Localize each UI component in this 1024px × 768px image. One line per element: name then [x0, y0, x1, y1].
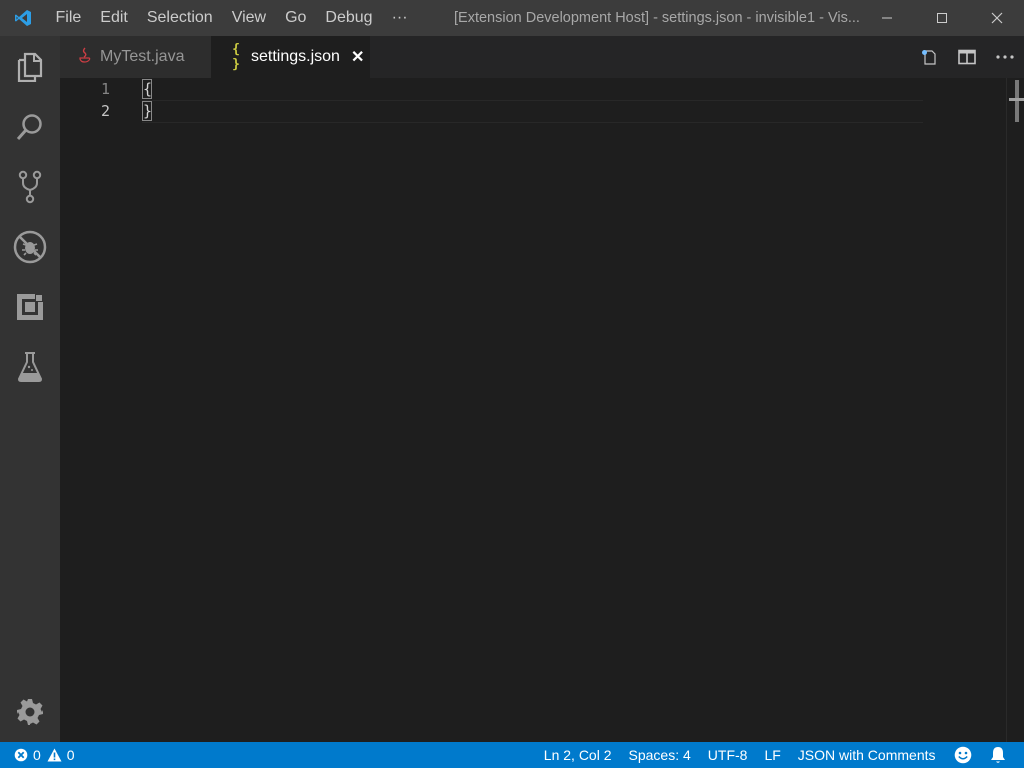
tabs-bar: MyTest.java { } settings.json ✕	[60, 36, 1024, 78]
gear-icon	[17, 699, 43, 725]
flask-icon	[17, 352, 43, 382]
json-icon: { }	[232, 42, 240, 72]
more-actions-button[interactable]	[986, 36, 1024, 78]
manage-button[interactable]	[0, 682, 60, 742]
source-control-icon	[18, 170, 42, 204]
feedback-button[interactable]	[944, 742, 982, 768]
editor-actions	[910, 36, 1024, 78]
menu-go[interactable]: Go	[276, 0, 316, 36]
java-icon	[78, 47, 92, 68]
problems-indicator[interactable]: 0 0	[0, 742, 75, 768]
tab-label: MyTest.java	[100, 48, 185, 65]
debug-button[interactable]	[0, 217, 60, 277]
menu-more[interactable]: ···	[382, 0, 417, 36]
vertical-scrollbar[interactable]	[1006, 78, 1024, 742]
language-mode[interactable]: JSON with Comments	[789, 742, 944, 768]
vscode-logo-icon	[0, 0, 46, 36]
tab-label: settings.json	[251, 48, 340, 65]
tab-mytest-java[interactable]: MyTest.java	[60, 36, 211, 78]
close-icon	[991, 12, 1002, 24]
files-icon	[17, 52, 43, 82]
status-bar: 0 0 Ln 2, Col 2 Spaces: 4 UTF-8 LF JSON …	[0, 742, 1024, 768]
open-settings-json-icon	[922, 50, 936, 65]
testing-button[interactable]	[0, 337, 60, 397]
cursor-marker	[1009, 98, 1024, 101]
menu-view[interactable]: View	[222, 0, 275, 36]
activity-bar	[0, 36, 60, 742]
current-line-highlight	[142, 100, 923, 123]
more-icon	[996, 55, 1014, 59]
source-control-button[interactable]	[0, 157, 60, 217]
bracket-open: {	[142, 79, 153, 99]
cursor-position[interactable]: Ln 2, Col 2	[535, 742, 620, 768]
window-title: [Extension Development Host] - settings.…	[454, 10, 860, 26]
scrollbar-slider[interactable]	[1015, 80, 1019, 122]
menu-debug[interactable]: Debug	[316, 0, 382, 36]
extensions-icon	[17, 294, 43, 320]
error-icon	[14, 748, 28, 762]
search-button[interactable]	[0, 97, 60, 157]
indentation[interactable]: Spaces: 4	[620, 742, 699, 768]
status-right: Ln 2, Col 2 Spaces: 4 UTF-8 LF JSON with…	[535, 742, 1024, 768]
close-tab-icon[interactable]: ✕	[351, 47, 364, 67]
code-line[interactable]: {	[142, 78, 152, 100]
maximize-button[interactable]	[914, 0, 969, 36]
minimize-icon	[881, 17, 892, 19]
maximize-icon	[936, 13, 947, 23]
debug-no-bug-icon	[13, 230, 47, 264]
tab-settings-json[interactable]: { } settings.json ✕	[211, 36, 370, 78]
bracket-close: }	[142, 101, 153, 121]
encoding[interactable]: UTF-8	[699, 742, 756, 768]
warning-icon	[47, 748, 62, 762]
title-bar: File Edit Selection View Go Debug ··· [E…	[0, 0, 1024, 36]
line-number: 2	[100, 102, 110, 120]
bell-icon	[991, 747, 1005, 763]
close-window-button[interactable]	[969, 0, 1024, 36]
warning-count: 0	[66, 747, 75, 763]
error-count: 0	[33, 747, 41, 763]
menu-selection[interactable]: Selection	[137, 0, 222, 36]
menu-edit[interactable]: Edit	[91, 0, 138, 36]
line-number: 1	[100, 80, 110, 98]
split-editor-icon	[958, 49, 976, 65]
editor[interactable]: 1 2 { }	[60, 78, 1024, 742]
explorer-button[interactable]	[0, 37, 60, 97]
split-editor-button[interactable]	[948, 36, 986, 78]
menu-bar: File Edit Selection View Go Debug ···	[46, 0, 417, 36]
extensions-button[interactable]	[0, 277, 60, 337]
notifications-button[interactable]	[982, 742, 1024, 768]
smiley-icon	[954, 746, 972, 764]
open-preview-button[interactable]	[910, 36, 948, 78]
code-line[interactable]: }	[142, 100, 152, 122]
search-icon	[16, 114, 42, 140]
menu-file[interactable]: File	[46, 0, 91, 36]
window-controls	[859, 0, 1024, 36]
end-of-line[interactable]: LF	[756, 742, 789, 768]
minimize-button[interactable]	[859, 0, 914, 36]
